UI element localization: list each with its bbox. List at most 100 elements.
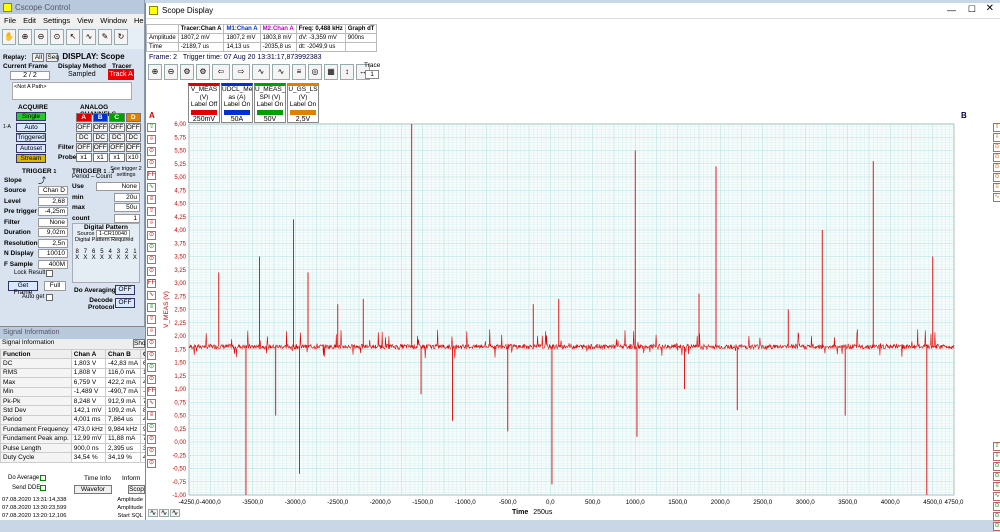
side-tool-icon[interactable]: ⊙: [147, 255, 156, 264]
menu-help[interactable]: Help: [134, 16, 144, 25]
acquire-triggered-button[interactable]: Triggered: [16, 133, 46, 142]
maximize-icon[interactable]: ☐: [968, 4, 976, 15]
channel-a-row1[interactable]: OFF: [76, 123, 92, 132]
channel-c-probe_values[interactable]: x1: [109, 153, 125, 162]
wave-small-icon[interactable]: ∿: [159, 509, 169, 517]
channel-d-channels[interactable]: D: [125, 113, 141, 122]
do-averaging-button[interactable]: OFF: [115, 285, 135, 295]
trace-field[interactable]: 1: [365, 70, 379, 79]
channel-box-bar[interactable]: [224, 109, 250, 115]
digital-bit-state[interactable]: X: [125, 255, 129, 261]
pen-icon[interactable]: ✎: [98, 29, 112, 45]
lines-icon[interactable]: ≡: [292, 64, 306, 80]
digital-bit-state[interactable]: X: [116, 255, 120, 261]
channel-box[interactable]: UDCL_Me as (A) Label On 50A: [221, 83, 253, 123]
marker-a[interactable]: A: [149, 111, 155, 120]
zoom-in-icon[interactable]: ⊕: [148, 64, 162, 80]
channel-a-row2[interactable]: DC: [76, 133, 92, 142]
channel-box[interactable]: U_GS_LS (V) Label On 2,5V: [287, 83, 319, 123]
side-tool-icon[interactable]: FF: [147, 171, 156, 180]
channel-b-channels[interactable]: B: [92, 113, 108, 122]
side-tool-icon[interactable]: ≡: [147, 195, 156, 204]
side-tool-icon[interactable]: ⊙: [147, 423, 156, 432]
min-field[interactable]: 20u: [114, 192, 140, 202]
channel-c-channels[interactable]: C: [109, 113, 125, 122]
ndisplay-field[interactable]: 10010: [38, 249, 68, 258]
digital-bit-state[interactable]: X: [108, 255, 112, 261]
time-scale-label[interactable]: 250us: [533, 509, 553, 516]
side-tool-icon[interactable]: ≡: [147, 303, 156, 312]
current-frame-field[interactable]: 2 / 2: [10, 71, 50, 80]
side-tool-icon[interactable]: ⊙: [993, 522, 1000, 531]
channel-d-row1[interactable]: OFF: [125, 123, 141, 132]
get-frame-button[interactable]: Get Frame: [8, 281, 38, 296]
side-tool-icon[interactable]: ⊙: [147, 243, 156, 252]
arrow-right-icon[interactable]: ⇨: [232, 64, 250, 80]
channel-a-channels[interactable]: A: [76, 113, 92, 122]
digital-bit-state[interactable]: X: [92, 255, 96, 261]
channel-box-bar[interactable]: [191, 109, 217, 115]
scope-title-bar[interactable]: Scope Display — ☐ ✕: [146, 3, 1000, 19]
side-tool-icon[interactable]: ⇩: [147, 327, 156, 336]
channel-b-probe_values[interactable]: x1: [92, 153, 108, 162]
grid-icon[interactable]: ▦: [324, 64, 338, 80]
side-tool-icon[interactable]: ⇧: [147, 207, 156, 216]
side-tool-icon[interactable]: ⇩: [147, 219, 156, 228]
wave-h-icon[interactable]: ∿: [272, 64, 290, 80]
pretrigger-field[interactable]: -4,25m: [38, 207, 68, 216]
tracer-button[interactable]: Track A: [108, 69, 134, 80]
full-select[interactable]: Full: [44, 281, 66, 291]
signal-info-title-bar[interactable]: Signal Information: [0, 327, 145, 339]
channel-box[interactable]: U_MEAS_ SPI (V) Label On 50V: [254, 83, 286, 123]
channel-d-probe_values[interactable]: x10: [125, 153, 141, 162]
count-field[interactable]: 1: [114, 213, 140, 223]
side-tool-icon[interactable]: ⊙: [147, 231, 156, 240]
side-tool-icon[interactable]: ∿: [147, 183, 156, 192]
settings-s1-icon[interactable]: ⚙: [180, 64, 194, 80]
zoom-out-icon[interactable]: ⊖: [164, 64, 178, 80]
acquire-autoset-button[interactable]: Autoset: [16, 143, 46, 153]
side-tool-icon[interactable]: ⊙: [147, 363, 156, 372]
side-tool-icon[interactable]: ⊙: [147, 147, 156, 156]
side-tool-icon[interactable]: ∿: [147, 291, 156, 300]
digital-bit-state[interactable]: X: [133, 255, 137, 261]
use-field[interactable]: None: [96, 182, 140, 191]
show-button[interactable]: Sho: [133, 339, 146, 348]
channel-c-row2[interactable]: DC: [109, 133, 125, 142]
acq-side-button[interactable]: 1-A: [3, 124, 13, 132]
waveform-chart[interactable]: -1,00-0,75-0,50-0,250,000,250,500,751,00…: [156, 119, 996, 519]
menu-view[interactable]: View: [77, 16, 93, 25]
vertical-cursor-icon[interactable]: ↕: [340, 64, 354, 80]
waveform-button[interactable]: Wavefor: [74, 485, 112, 494]
digital-bit-state[interactable]: X: [75, 255, 79, 261]
menu-window[interactable]: Window: [100, 16, 127, 25]
acquire-auto-button[interactable]: Auto: [16, 122, 46, 132]
source-field[interactable]: Chan D: [38, 186, 68, 195]
auto-get-checkbox[interactable]: [46, 294, 53, 301]
log-row[interactable]: 07.08.2020 13:30:23,599 Amplitude: [0, 505, 145, 513]
rising-slope-icon[interactable]: ⤴: [38, 175, 46, 186]
level-field[interactable]: 2,68: [38, 196, 68, 206]
channel-box[interactable]: V_MEAS (V) Label Off 250mV: [188, 83, 220, 123]
scop-button[interactable]: Scop: [128, 485, 145, 494]
channel-c-filter_values[interactable]: OFF: [109, 143, 125, 152]
wave-small-icon[interactable]: ∿: [148, 509, 158, 517]
side-tool-icon[interactable]: ⊙: [147, 351, 156, 360]
channel-box-bar[interactable]: [257, 109, 283, 115]
log-row[interactable]: 07.08.2020 13:31:14,338 Amplitude: [0, 497, 145, 505]
hand-icon[interactable]: ✋: [2, 29, 16, 45]
digital-bit-state[interactable]: X: [100, 255, 104, 261]
send-dde-checkbox[interactable]: [40, 485, 46, 491]
lock-result-checkbox[interactable]: [46, 270, 53, 277]
side-tool-icon[interactable]: ⊙: [147, 375, 156, 384]
minimize-icon[interactable]: —: [947, 5, 956, 15]
acquire-single-button[interactable]: Single: [16, 112, 46, 121]
side-tool-icon[interactable]: ⇧: [147, 315, 156, 324]
side-tool-icon[interactable]: ⊙: [147, 339, 156, 348]
channel-d-row2[interactable]: DC: [125, 133, 141, 142]
side-tool-icon[interactable]: FF: [147, 279, 156, 288]
control-title-bar[interactable]: Cscope Control: [0, 0, 144, 14]
duration-field[interactable]: 9,02m: [38, 228, 68, 237]
curve-icon[interactable]: ∿: [82, 29, 96, 45]
side-tool-icon[interactable]: FF: [147, 387, 156, 396]
